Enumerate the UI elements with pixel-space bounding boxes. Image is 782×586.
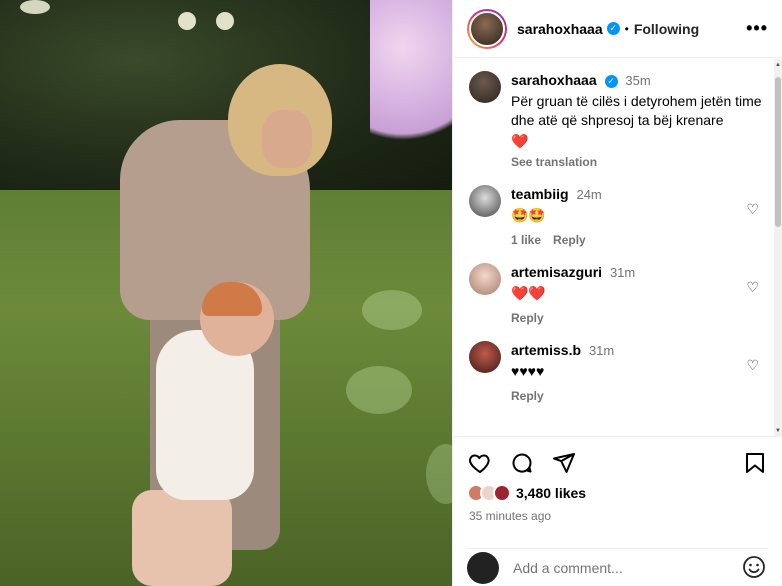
post-side-panel: sarahoxhaaa ✓ • Following ••• sarahoxhaa… xyxy=(452,0,782,586)
comment-item: artemiss.b 31m ♥♥♥♥ Reply ♡ xyxy=(453,325,782,403)
post-modal: sarahoxhaaa ✓ • Following ••• sarahoxhaa… xyxy=(0,0,782,586)
comment-username[interactable]: artemiss.b xyxy=(511,342,581,358)
likes-count[interactable]: 3,480 likes xyxy=(516,485,586,501)
comment-username[interactable]: teambiig xyxy=(511,186,569,202)
share-icon[interactable] xyxy=(551,450,577,476)
author-avatar[interactable] xyxy=(467,8,507,49)
comment-time: 24m xyxy=(576,187,602,202)
post-header: sarahoxhaaa ✓ • Following ••• xyxy=(453,0,782,58)
scroll-up-icon[interactable]: ▲ xyxy=(775,62,781,68)
heart-icon[interactable]: ♡ xyxy=(746,201,759,218)
comment-avatar[interactable] xyxy=(469,341,501,373)
caption-avatar[interactable] xyxy=(469,71,501,103)
posted-time: 35 minutes ago xyxy=(469,509,552,523)
liker-avatar xyxy=(493,484,511,502)
likes-summary[interactable]: 3,480 likes xyxy=(467,484,586,502)
comment-likes[interactable]: 1 like xyxy=(511,233,541,247)
scrollbar-thumb[interactable] xyxy=(775,77,781,227)
caption-text: Për gruan të cilës i detyrohem jetën tim… xyxy=(511,93,762,128)
reply-button[interactable]: Reply xyxy=(553,233,586,247)
caption-time: 35m xyxy=(625,73,651,88)
scroll-down-icon[interactable]: ▼ xyxy=(775,428,781,434)
comment-text: ♥♥♥♥ xyxy=(511,363,545,379)
comment-time: 31m xyxy=(609,265,636,280)
comment-avatar[interactable] xyxy=(469,185,501,217)
comment-username[interactable]: artemisazguri xyxy=(511,264,602,280)
bookmark-icon[interactable] xyxy=(742,450,768,476)
verified-badge-icon: ✓ xyxy=(606,22,620,35)
following-button[interactable]: Following xyxy=(634,21,699,37)
author-username[interactable]: sarahoxhaaa xyxy=(517,21,603,37)
see-translation-link[interactable]: See translation xyxy=(511,155,597,169)
heart-icon[interactable] xyxy=(467,450,493,476)
comment-item: teambiig 24m 🤩🤩 1 like Reply ♡ xyxy=(453,169,782,247)
comment-text: ❤️❤️ xyxy=(511,285,546,301)
comment-input[interactable] xyxy=(513,559,742,576)
comment-text: 🤩🤩 xyxy=(511,207,546,223)
post-actions xyxy=(467,448,768,478)
comment-item: artemisazguri 31m ❤️❤️ Reply ♡ xyxy=(453,247,782,325)
balloon-decor xyxy=(370,0,452,160)
more-options-icon[interactable]: ••• xyxy=(746,18,768,39)
caption-heart-emoji: ❤️ xyxy=(511,133,529,149)
post-photo[interactable] xyxy=(0,0,452,586)
comment-avatar[interactable] xyxy=(469,263,501,295)
add-comment-bar xyxy=(467,548,768,586)
heart-icon[interactable]: ♡ xyxy=(746,357,759,374)
separator-dot: • xyxy=(624,21,629,36)
comment-time: 31m xyxy=(588,343,615,358)
comments-scrollbar[interactable]: ▲ ▼ xyxy=(774,59,782,437)
caption: sarahoxhaaa ✓ 35m Për gruan të cilës i d… xyxy=(453,59,782,169)
reply-button[interactable]: Reply xyxy=(511,311,544,325)
heart-icon[interactable]: ♡ xyxy=(746,279,759,296)
current-user-avatar xyxy=(467,551,499,584)
comments-list[interactable]: sarahoxhaaa ✓ 35m Për gruan të cilës i d… xyxy=(453,59,782,437)
caption-username[interactable]: sarahoxhaaa xyxy=(511,72,597,88)
comment-icon[interactable] xyxy=(509,450,535,476)
reply-button[interactable]: Reply xyxy=(511,389,544,403)
emoji-icon[interactable] xyxy=(742,555,768,581)
verified-badge-icon: ✓ xyxy=(604,74,618,88)
